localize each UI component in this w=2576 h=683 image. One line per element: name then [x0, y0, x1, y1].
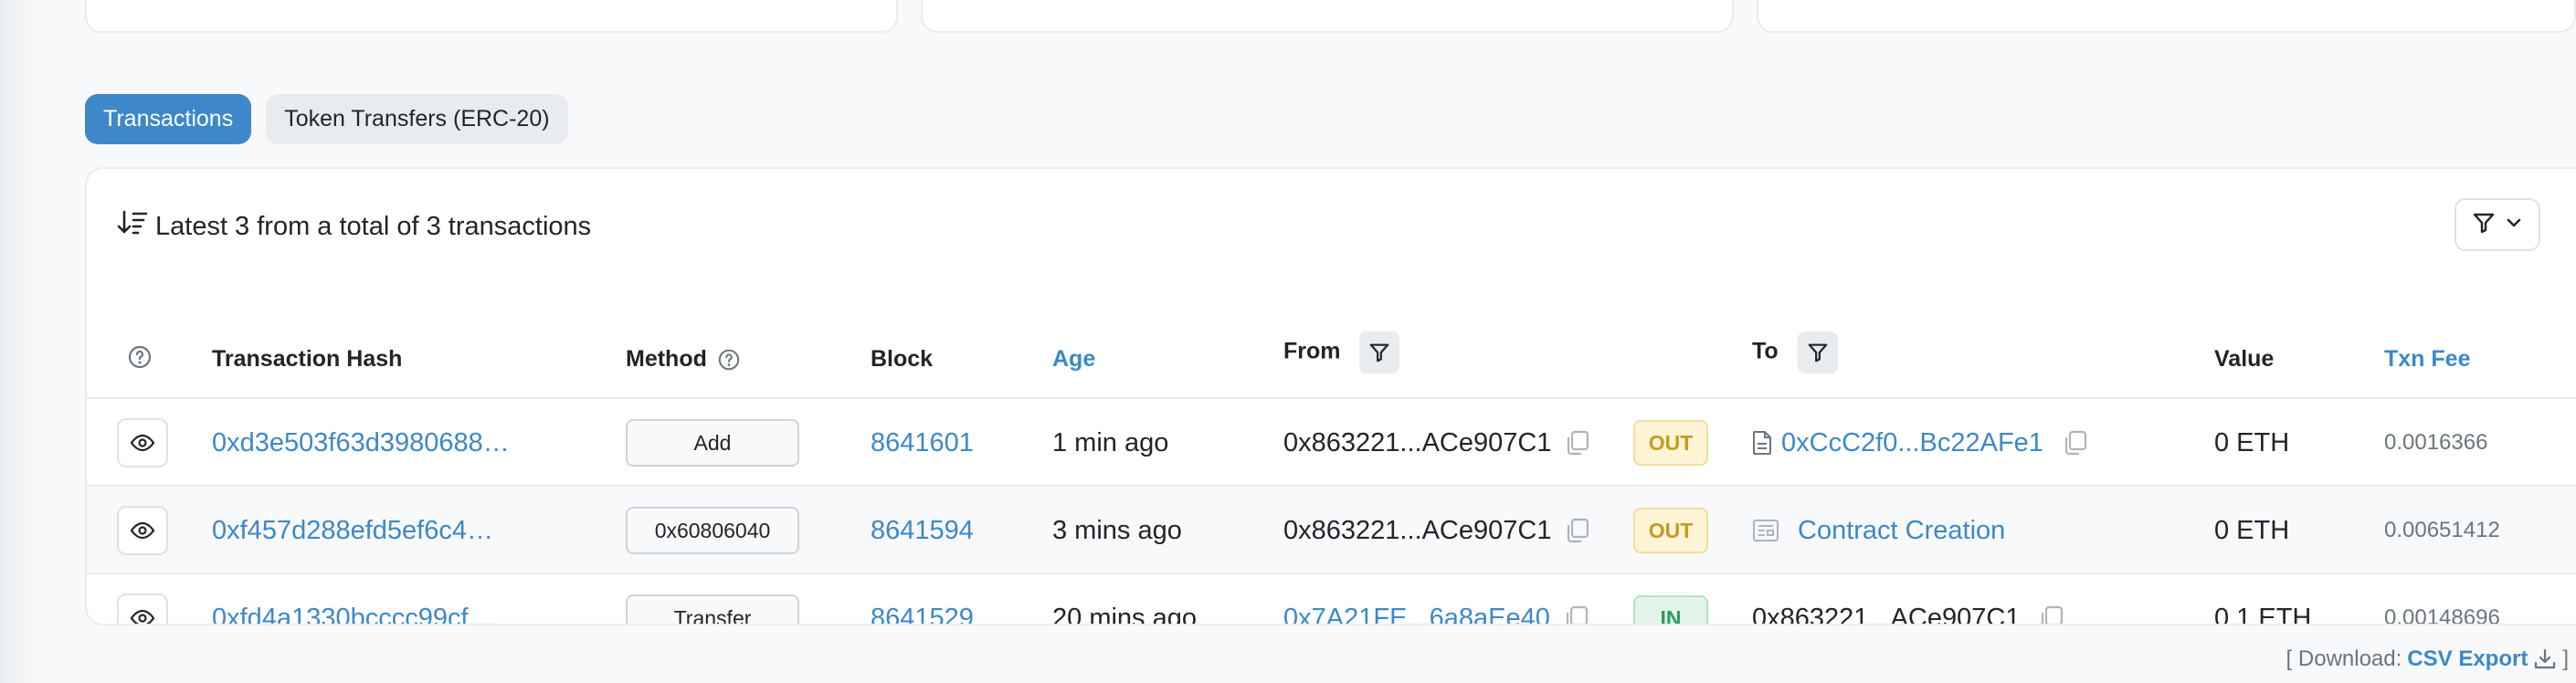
table-row: 0xf457d288efd5ef6c4… 0x60806040 8641594 … [87, 487, 2576, 574]
contract-creation-icon [1752, 518, 1779, 543]
from-address: 0x863221...ACe907C1 [1283, 515, 1552, 545]
more-info-card [921, 0, 1734, 33]
direction-badge: OUT [1633, 508, 1708, 553]
download-icon[interactable] [2533, 647, 2557, 671]
copy-icon[interactable] [2062, 429, 2089, 457]
page-left-shade [0, 0, 37, 683]
header-txn-fee[interactable]: Txn Fee [2384, 346, 2470, 373]
fee-text: 0.0016366 [2384, 430, 2488, 455]
tab-bar: Transactions Token Transfers (ERC-20) [85, 94, 568, 144]
contract-creation-link[interactable]: Contract Creation [1798, 516, 2005, 546]
from-filter-icon[interactable] [1359, 331, 1400, 373]
download-bar: [ Download: CSV Export ] [2286, 646, 2569, 672]
header-age[interactable]: Age [1052, 346, 1095, 373]
age-text: 20 mins ago [1052, 603, 1197, 625]
help-circle-icon[interactable] [127, 344, 153, 376]
direction-badge: IN [1633, 595, 1708, 624]
csv-export-link[interactable]: CSV Export [2407, 646, 2528, 672]
header-value: Value [2214, 346, 2275, 372]
fee-text: 0.00148696 [2384, 605, 2500, 625]
direction-badge: OUT [1633, 420, 1708, 466]
table-header: Transaction Hash Method Block Age From T… [87, 297, 2576, 399]
transactions-card: Latest 3 from a total of 3 transactions … [85, 167, 2576, 625]
from-address-link[interactable]: 0x7A21FE...6a8aEe40 [1283, 604, 1550, 625]
copy-icon[interactable] [1564, 429, 1591, 457]
to-address-link[interactable]: 0xCcC2f0...Bc22AFe1 [1781, 428, 2043, 458]
header-to: To [1752, 338, 1779, 364]
age-text: 3 mins ago [1052, 515, 1182, 545]
advanced-filter-button[interactable] [2455, 198, 2540, 251]
value-text: 0.1 ETH [2214, 603, 2312, 625]
header-from-wrap: From [1283, 331, 1400, 373]
summary-text: Latest 3 from a total of 3 transactions [155, 211, 592, 241]
method-badge: 0x60806040 [626, 507, 799, 554]
header-to-wrap: To [1752, 331, 1838, 373]
preview-eye-icon[interactable] [117, 418, 168, 468]
preview-eye-icon[interactable] [117, 594, 168, 624]
tx-hash-link[interactable]: 0xf457d288efd5ef6c4… [212, 487, 493, 574]
from-address: 0x863221...ACe907C1 [1283, 427, 1552, 457]
fee-text: 0.00651412 [2384, 518, 2500, 542]
overview-card [85, 0, 898, 33]
tx-hash-link[interactable]: 0xfd4a1330bcccc99cf… [212, 574, 495, 625]
header-method-wrap: Method [626, 346, 741, 373]
copy-icon[interactable] [1563, 604, 1590, 624]
age-text: 1 min ago [1052, 427, 1169, 457]
chevron-down-icon [2505, 214, 2523, 236]
value-text: 0 ETH [2214, 515, 2290, 545]
header-block: Block [871, 346, 934, 372]
tx-hash-link[interactable]: 0xd3e503f63d3980688… [212, 399, 510, 487]
copy-icon[interactable] [2038, 604, 2065, 624]
header-method: Method [626, 346, 707, 372]
table-row: 0xd3e503f63d3980688… Add 8641601 1 min a… [87, 399, 2576, 487]
header-transaction-hash: Transaction Hash [212, 346, 403, 372]
block-link[interactable]: 8641594 [871, 487, 974, 574]
sort-descending-icon [117, 209, 148, 244]
to-address: 0x863221...ACe907C1 [1752, 603, 2021, 625]
method-badge: Add [626, 419, 799, 467]
to-filter-icon[interactable] [1797, 331, 1838, 373]
block-link[interactable]: 8641601 [871, 399, 974, 487]
method-badge: Transfer [626, 594, 799, 624]
download-prefix: [ Download: [2286, 646, 2402, 671]
transactions-summary: Latest 3 from a total of 3 transactions [117, 209, 591, 244]
tab-transactions[interactable]: Transactions [85, 94, 252, 144]
contract-file-icon [1752, 430, 1772, 456]
header-from: From [1283, 338, 1341, 364]
tab-token-transfers[interactable]: Token Transfers (ERC-20) [266, 94, 568, 144]
copy-icon[interactable] [1564, 517, 1591, 544]
download-suffix: ] [2562, 646, 2569, 671]
multichain-card [1757, 0, 2576, 33]
filter-icon [2472, 211, 2496, 239]
preview-eye-icon[interactable] [117, 506, 168, 555]
method-help-icon[interactable] [717, 348, 741, 372]
table-row: 0xfd4a1330bcccc99cf… Transfer 8641529 20… [87, 574, 2576, 625]
block-link[interactable]: 8641529 [871, 574, 974, 625]
value-text: 0 ETH [2214, 427, 2290, 457]
